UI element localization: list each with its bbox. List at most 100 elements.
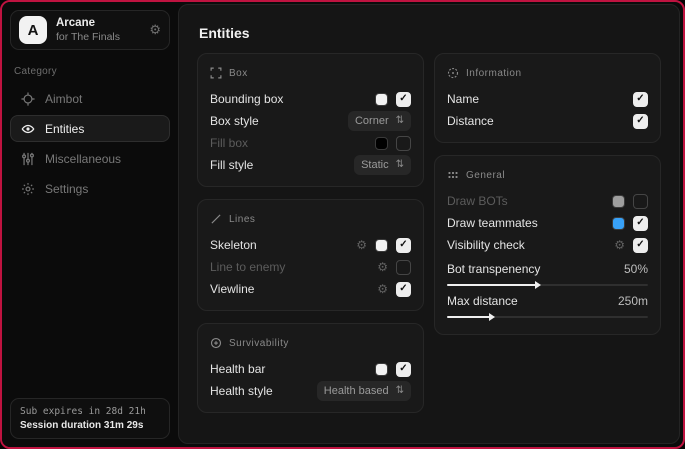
slider-thumb[interactable] [535,281,541,289]
draw-bots-checkbox[interactable] [633,194,648,209]
color-swatch[interactable] [612,217,625,230]
setting-row-viewline: Viewline ⚙ [210,278,411,300]
color-swatch[interactable] [375,363,388,376]
setting-label: Name [447,92,479,106]
draw-teammates-checkbox[interactable] [633,216,648,231]
setting-label: Fill style [210,158,253,172]
color-swatch[interactable] [375,137,388,150]
setting-row-draw-teammates: Draw teammates [447,212,648,234]
section-header: General [466,170,505,181]
setting-label: Health bar [210,362,265,376]
name-checkbox[interactable] [633,92,648,107]
setting-row-line-to-enemy: Line to enemy ⚙ [210,256,411,278]
section-header: Box [229,68,248,79]
updown-arrows-icon: ⇅ [396,386,404,396]
slider-label: Bot transpenency [447,262,540,276]
setting-row-box-style: Box style Corner ⇅ [210,110,411,132]
slider-value: 250m [618,294,648,308]
setting-row-health-style: Health style Health based ⇅ [210,380,411,402]
sidebar: A Arcane for The Finals ⚙ Category Aimbo… [2,2,178,447]
viewline-checkbox[interactable] [396,282,411,297]
sliders-icon [21,152,35,166]
setting-label: Box style [210,114,259,128]
setting-row-health-bar: Health bar [210,358,411,380]
sidebar-item-aimbot[interactable]: Aimbot [10,85,170,112]
color-swatch[interactable] [375,239,388,252]
brand-subtitle: for The Finals [56,31,140,44]
page-title: Entities [199,25,669,41]
brand-title: Arcane [56,16,140,30]
color-swatch[interactable] [375,93,388,106]
row-gear-icon[interactable]: ⚙ [377,283,388,295]
setting-label: Draw BOTs [447,194,508,208]
sidebar-item-entities[interactable]: Entities [10,115,170,142]
setting-label: Line to enemy [210,260,285,274]
section-header: Lines [229,214,255,225]
distance-checkbox[interactable] [633,114,648,129]
max-distance-slider[interactable] [447,316,648,318]
bounding-box-checkbox[interactable] [396,92,411,107]
setting-row-fill-box: Fill box [210,132,411,154]
main-panel: Entities Box Bounding box [178,4,680,444]
fill-box-checkbox[interactable] [396,136,411,151]
setting-label: Viewline [210,282,254,296]
updown-arrows-icon: ⇅ [396,160,404,170]
sidebar-item-label: Entities [45,122,84,136]
slider-thumb[interactable] [489,313,495,321]
box-style-dropdown[interactable]: Corner ⇅ [348,111,411,131]
setting-row-skeleton: Skeleton ⚙ [210,234,411,256]
box-card: Box Bounding box Box style Corner ⇅ [197,53,424,187]
health-style-dropdown[interactable]: Health based ⇅ [317,381,411,401]
sidebar-item-label: Miscellaneous [45,152,121,166]
row-gear-icon[interactable]: ⚙ [377,261,388,273]
sidebar-item-miscellaneous[interactable]: Miscellaneous [10,145,170,172]
setting-row-fill-style: Fill style Static ⇅ [210,154,411,176]
skeleton-checkbox[interactable] [396,238,411,253]
setting-row-bounding-box: Bounding box [210,88,411,110]
setting-label: Distance [447,114,494,128]
info-icon [447,67,459,79]
brand-card: A Arcane for The Finals ⚙ [10,10,170,50]
color-swatch[interactable] [612,195,625,208]
visibility-check-checkbox[interactable] [633,238,648,253]
sub-expiry-text: Sub expires in 28d 21h [20,406,160,417]
fill-style-dropdown[interactable]: Static ⇅ [354,155,411,175]
max-distance-slider-block: Max distance 250m [447,292,648,318]
entities-icon [21,122,35,136]
brand-gear-icon[interactable]: ⚙ [149,22,161,38]
grid-dots-icon [447,169,459,181]
information-card: Information Name Distance [434,53,661,143]
section-header: Information [466,68,522,79]
slider-value: 50% [624,262,648,276]
row-gear-icon[interactable]: ⚙ [614,239,625,251]
session-duration-text: Session duration 31m 29s [20,420,160,431]
row-gear-icon[interactable]: ⚙ [356,239,367,251]
setting-row-name: Name [447,88,648,110]
category-label: Category [14,66,166,77]
app-window: A Arcane for The Finals ⚙ Category Aimbo… [0,0,685,449]
lines-card: Lines Skeleton ⚙ Line to enemy ⚙ [197,199,424,311]
setting-row-visibility-check: Visibility check ⚙ [447,234,648,256]
bot-transparency-slider-block: Bot transpenency 50% [447,260,648,286]
line-icon [210,213,222,225]
setting-label: Fill box [210,136,248,150]
setting-row-distance: Distance [447,110,648,132]
setting-label: Skeleton [210,238,257,252]
bot-transparency-slider[interactable] [447,284,648,286]
setting-label: Bounding box [210,92,283,106]
health-icon [210,337,222,349]
section-header: Survivability [229,338,289,349]
sidebar-item-settings[interactable]: Settings [10,175,170,202]
gear-icon [21,182,35,196]
sidebar-item-label: Settings [45,182,88,196]
crosshair-icon [21,92,35,106]
sidebar-nav: Aimbot Entities Miscellaneous Settings [10,85,170,202]
line-to-enemy-checkbox[interactable] [396,260,411,275]
general-card: General Draw BOTs Draw teammates [434,155,661,335]
health-bar-checkbox[interactable] [396,362,411,377]
bounding-box-icon [210,67,222,79]
brand-avatar: A [19,16,47,44]
slider-label: Max distance [447,294,518,308]
setting-label: Visibility check [447,238,525,252]
updown-arrows-icon: ⇅ [396,116,404,126]
